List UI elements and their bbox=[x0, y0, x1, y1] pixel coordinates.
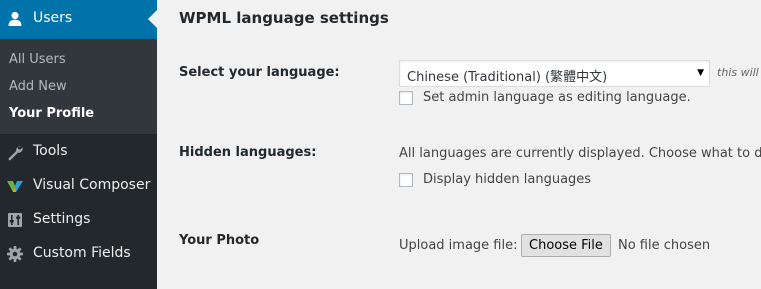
upload-image-label: Upload image file: bbox=[399, 238, 518, 253]
hidden-languages-description: All languages are currently displayed. C… bbox=[399, 146, 761, 161]
sidebar-item-settings[interactable]: Settings bbox=[0, 203, 157, 237]
wrench-icon bbox=[6, 143, 24, 161]
language-hint-text: this will bbox=[717, 66, 759, 79]
section-title: WPML language settings bbox=[179, 9, 389, 27]
current-menu-arrow bbox=[148, 10, 157, 28]
hidden-languages-label: Hidden languages: bbox=[179, 145, 317, 160]
profile-main-content: WPML language settings Select your langu… bbox=[157, 0, 761, 289]
visual-composer-icon bbox=[6, 177, 24, 195]
display-hidden-languages-label[interactable]: Display hidden languages bbox=[423, 172, 591, 187]
sidebar-item-label: Visual Composer bbox=[33, 177, 151, 193]
file-status-text: No file chosen bbox=[618, 238, 711, 253]
sidebar-item-tools[interactable]: Tools bbox=[0, 135, 157, 169]
choose-file-button[interactable]: Choose File bbox=[521, 234, 611, 257]
admin-language-checkbox-label[interactable]: Set admin language as editing language. bbox=[423, 90, 691, 105]
sidebar-item-label: Users bbox=[33, 10, 73, 26]
user-icon bbox=[6, 10, 24, 28]
sidebar-item-visual-composer[interactable]: Visual Composer bbox=[0, 169, 157, 203]
gear-icon bbox=[6, 245, 24, 263]
submenu-item-your-profile[interactable]: Your Profile bbox=[9, 106, 94, 121]
display-hidden-languages-checkbox[interactable] bbox=[399, 173, 413, 187]
sidebar-item-label: Custom Fields bbox=[33, 245, 131, 261]
admin-language-checkbox[interactable] bbox=[399, 91, 413, 105]
sidebar-item-users[interactable]: Users bbox=[0, 0, 157, 39]
dropdown-caret-icon: ▼ bbox=[697, 68, 704, 78]
sidebar-item-custom-fields[interactable]: Custom Fields bbox=[0, 237, 157, 271]
admin-sidebar: Users All Users Add New Your Profile Too… bbox=[0, 0, 157, 289]
sidebar-item-label: Tools bbox=[33, 143, 68, 159]
submenu-item-add-new[interactable]: Add New bbox=[9, 79, 67, 94]
users-submenu: All Users Add New Your Profile bbox=[0, 39, 157, 134]
your-photo-label: Your Photo bbox=[179, 233, 260, 248]
sidebar-item-label: Settings bbox=[33, 211, 91, 227]
submenu-item-all-users[interactable]: All Users bbox=[9, 52, 66, 67]
select-language-label: Select your language: bbox=[179, 65, 340, 80]
language-select-value: Chinese (Traditional) (繁體中文) bbox=[407, 70, 608, 85]
settings-sliders-icon bbox=[6, 211, 24, 229]
language-select[interactable]: Chinese (Traditional) (繁體中文) ▼ bbox=[399, 60, 710, 87]
